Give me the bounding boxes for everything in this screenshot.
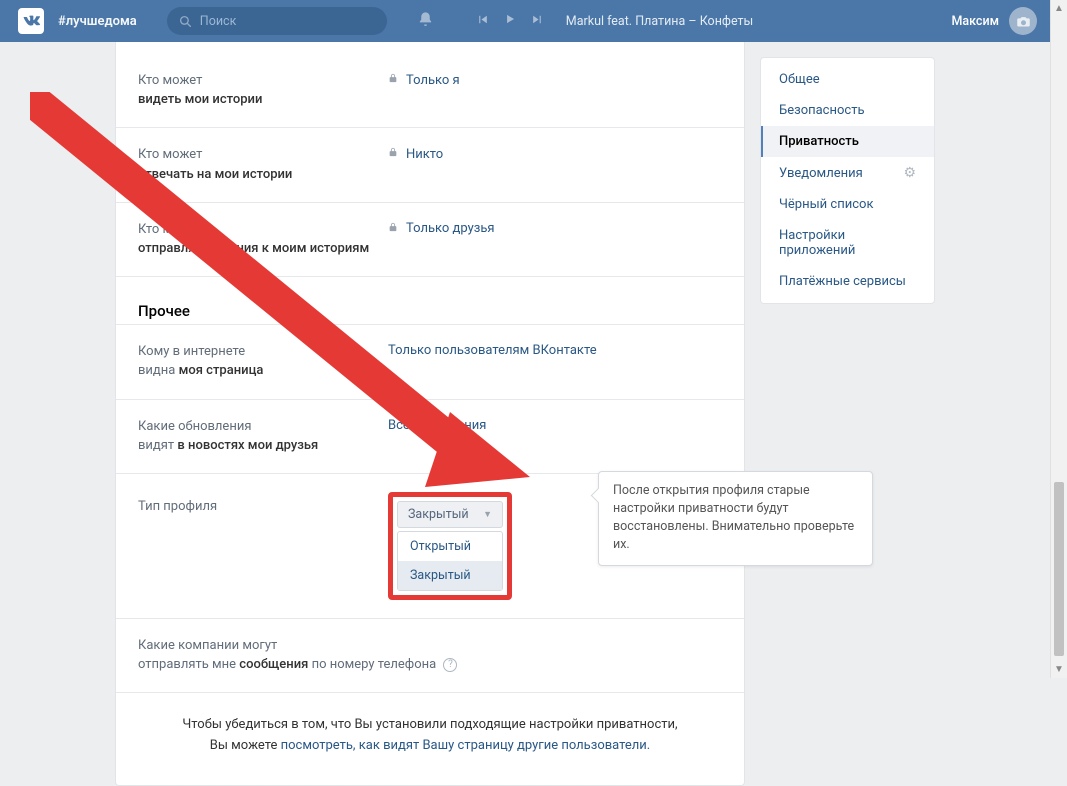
play-icon[interactable] [503,12,517,30]
search-input[interactable]: Поиск [167,7,387,35]
audio-player: Markul feat. Платина – Конфеты [476,12,753,30]
sidebar-item-payments[interactable]: Платёжные сервисы [761,266,934,297]
setting-row[interactable]: Кто может отправлять мнения к моим истор… [116,203,744,277]
vk-logo[interactable] [18,8,44,34]
option-closed[interactable]: Закрытый [398,561,502,590]
privacy-footer-note: Чтобы убедиться в том, что Вы установили… [116,692,744,785]
scroll-up-icon[interactable]: ▲ [1051,0,1067,17]
sidebar-item-notifications[interactable]: Уведомления⚙ [761,157,934,189]
sidebar-item-privacy[interactable]: Приватность [761,126,934,157]
sidebar-item-general[interactable]: Общее [761,64,934,95]
view-as-link[interactable]: посмотреть, как видят Вашу страницу друг… [281,738,651,753]
profile-type-select[interactable]: Закрытый ▼ [397,501,503,528]
scroll-thumb[interactable] [1054,482,1064,656]
option-open[interactable]: Открытый [398,532,502,561]
scroll-down-icon[interactable]: ▼ [1051,661,1067,678]
notifications-icon[interactable] [417,11,434,32]
top-header: #лучшедома Поиск Markul feat. Платина – … [0,0,1067,42]
lock-icon [388,146,398,162]
sidebar-item-security[interactable]: Безопасность [761,95,934,126]
setting-row[interactable]: Кто может отвечать на мои истории Никто [116,128,744,202]
settings-sidebar: Общее Безопасность Приватность Уведомлен… [760,57,935,304]
prev-track-icon[interactable] [476,13,489,30]
help-icon[interactable]: ? [443,658,457,672]
page-scrollbar[interactable]: ▲ ▼ [1050,0,1067,678]
setting-row[interactable]: Кто может видеть мои истории Только я [116,54,744,128]
user-menu[interactable]: Максим [951,7,1057,35]
vk-logo-icon [22,12,40,30]
setting-row[interactable]: Какие обновления видят в новостях мои др… [116,400,744,474]
current-track[interactable]: Markul feat. Платина – Конфеты [566,14,753,29]
camera-icon [1016,14,1031,29]
profile-type-dropdown-highlight: Закрытый ▼ Открытый Закрытый [388,492,512,600]
search-icon [179,15,192,28]
avatar [1009,7,1037,35]
header-hashtag[interactable]: #лучшедома [58,14,137,29]
section-title-other: Прочее [116,277,744,325]
next-track-icon[interactable] [531,13,544,30]
setting-row[interactable]: Кому в интернете видна моя страница Толь… [116,325,744,399]
setting-row[interactable]: Какие компании могут отправлять мне сооб… [116,619,744,692]
lock-icon [388,221,398,237]
gear-icon[interactable]: ⚙ [903,165,916,181]
caret-down-icon: ▼ [483,509,492,520]
profile-type-options: Открытый Закрытый [397,531,503,591]
search-placeholder: Поиск [200,14,237,29]
settings-panel: Кто может видеть мои истории Только я Кт… [115,42,745,786]
lock-icon [388,72,398,88]
sidebar-item-apps[interactable]: Настройки приложений [761,220,934,266]
username: Максим [951,14,999,29]
profile-type-tooltip: После открытия профиля старые настройки … [598,471,873,566]
sidebar-item-blacklist[interactable]: Чёрный список [761,189,934,220]
